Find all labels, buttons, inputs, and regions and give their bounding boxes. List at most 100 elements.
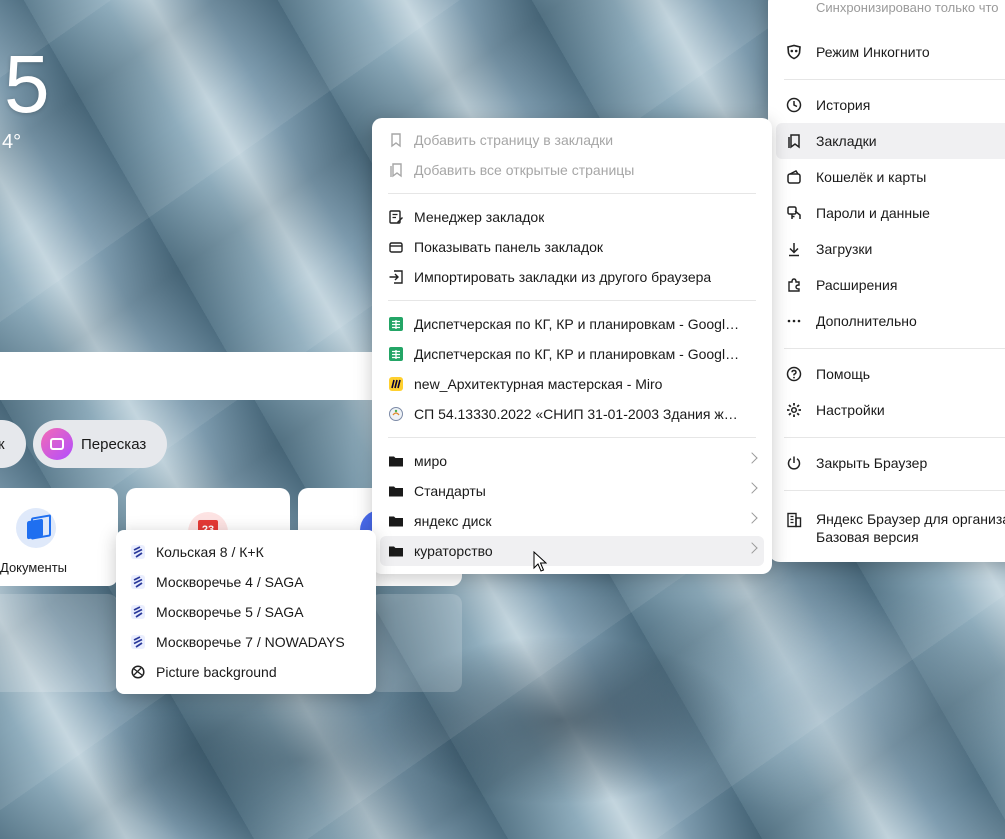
menu-item-more[interactable]: Дополнительно	[776, 303, 1005, 339]
globe-icon	[130, 664, 146, 680]
folder-bookmark-item[interactable]: Москворечье 7 / NOWADAYS	[124, 627, 368, 657]
menu-item-help[interactable]: Помощь	[776, 356, 1005, 392]
menu-item-label: Москворечье 7 / NOWADAYS	[156, 634, 345, 650]
menu-item-label: Стандарты	[414, 483, 486, 499]
chevron-right-icon	[746, 482, 758, 494]
menu-item-passwords[interactable]: Пароли и данные	[776, 195, 1005, 231]
bookmarks-submenu: Добавить страницу в закладки Добавить вс…	[372, 118, 772, 574]
bookmarks-add-all-icon	[388, 162, 404, 178]
menu-item-label: Москворечье 5 / SAGA	[156, 604, 304, 620]
bookmark-item[interactable]: new_Архитектурная мастерская - Miro	[380, 369, 764, 399]
menu-item-organization[interactable]: Яндекс Браузер для организаций Базовая в…	[786, 510, 1005, 546]
help-icon	[786, 366, 802, 382]
menu-divider	[388, 300, 756, 301]
building-icon	[786, 512, 802, 528]
gear-icon	[786, 402, 802, 418]
bookmark-item[interactable]: Диспетчерская по КГ, КР и планировкам - …	[380, 339, 764, 369]
more-icon	[786, 313, 802, 329]
tile-placeholder[interactable]	[370, 594, 462, 692]
menu-item-downloads[interactable]: Загрузки	[776, 231, 1005, 267]
wallet-icon	[786, 169, 802, 185]
show-bookmarks-bar[interactable]: Показывать панель закладок	[380, 232, 764, 262]
menu-item-label: Пароли и данные	[816, 205, 930, 221]
chevron-right-icon	[746, 452, 758, 464]
menu-item-extensions[interactable]: Расширения	[776, 267, 1005, 303]
bookmark-icon	[786, 133, 802, 149]
folder-icon	[388, 453, 404, 469]
chevron-right-icon	[746, 512, 758, 524]
menu-item-label: Помощь	[816, 366, 871, 382]
bookmark-item[interactable]: Диспетчерская по КГ, КР и планировкам - …	[380, 309, 764, 339]
menu-item-incognito[interactable]: Режим Инкогнито	[776, 34, 1005, 70]
menu-item-label: Диспетчерская по КГ, КР и планировкам - …	[414, 316, 740, 332]
puzzle-icon	[786, 277, 802, 293]
menu-divider	[784, 79, 1005, 80]
bookmark-folder[interactable]: яндекс диск	[380, 506, 764, 536]
add-page-bookmark[interactable]: Добавить страницу в закладки	[380, 125, 764, 155]
menu-item-label: Добавить страницу в закладки	[414, 132, 614, 148]
folder-bookmark-item[interactable]: Москворечье 4 / SAGA	[124, 567, 368, 597]
clock-icon	[786, 97, 802, 113]
menu-item-history[interactable]: История	[776, 87, 1005, 123]
menu-item-bookmarks[interactable]: Закладки	[776, 123, 1005, 159]
figma-like-icon	[130, 634, 146, 650]
bookmark-item[interactable]: СП 54.13330.2022 «СНИП 31-01-2003 Здания…	[380, 399, 764, 429]
menu-item-label: яндекс диск	[414, 513, 492, 529]
clock-display: 5	[4, 39, 50, 130]
menu-divider	[784, 490, 1005, 491]
incognito-mask-icon	[786, 44, 802, 60]
menu-item-label: Picture background	[156, 664, 277, 680]
menu-divider	[388, 437, 756, 438]
menu-item-close-browser[interactable]: Закрыть Браузер	[776, 445, 1005, 481]
sync-status: Синхронизировано только что	[816, 0, 999, 15]
menu-item-label: Настройки	[816, 402, 885, 418]
menu-item-settings[interactable]: Настройки	[776, 392, 1005, 428]
menu-item-label: Закрыть Браузер	[816, 455, 928, 471]
chip-label: Пересказ	[81, 435, 147, 453]
menu-item-label: Расширения	[816, 277, 898, 293]
chip-label: к	[0, 435, 5, 453]
folder-bookmark-item[interactable]: Picture background	[124, 657, 368, 687]
bookmark-folder[interactable]: Стандарты	[380, 476, 764, 506]
retell-chip[interactable]: Пересказ	[33, 420, 167, 468]
tile-documents[interactable]: Документы	[0, 488, 118, 586]
menu-item-label: миро	[414, 453, 448, 469]
tile-label: Документы	[0, 560, 68, 575]
figma-like-icon	[130, 544, 146, 560]
site-favicon-icon	[388, 406, 404, 422]
bookmark-folder[interactable]: миро	[380, 446, 764, 476]
figma-like-icon	[130, 574, 146, 590]
bookmark-add-icon	[388, 132, 404, 148]
menu-item-label: Показывать панель закладок	[414, 239, 604, 255]
folder-bookmark-item[interactable]: Москворечье 5 / SAGA	[124, 597, 368, 627]
folder-bookmark-item[interactable]: Кольская 8 / К+К	[124, 537, 368, 567]
menu-item-label: Режим Инкогнито	[816, 44, 930, 60]
import-icon	[388, 269, 404, 285]
add-all-pages-bookmark[interactable]: Добавить все открытые страницы	[380, 155, 764, 185]
menu-divider	[388, 193, 756, 194]
folder-submenu: Кольская 8 / К+К Москворечье 4 / SAGA Мо…	[116, 530, 376, 694]
menu-item-wallet[interactable]: Кошелёк и карты	[776, 159, 1005, 195]
google-sheets-icon	[388, 346, 404, 362]
menu-item-label: Кольская 8 / К+К	[156, 544, 264, 560]
menu-item-label: Загрузки	[816, 241, 873, 257]
menu-item-label: Москворечье 4 / SAGA	[156, 574, 304, 590]
menu-item-label: Менеджер закладок	[414, 209, 545, 225]
browser-main-menu: Синхронизировано только что Режим Инкогн…	[768, 0, 1005, 562]
figma-like-icon	[130, 604, 146, 620]
menu-item-label: Дополнительно	[816, 313, 917, 329]
search-panel[interactable]	[0, 352, 372, 400]
weather-temperature: 4°	[2, 131, 22, 153]
bookmark-folder[interactable]: кураторство	[380, 536, 764, 566]
bookmark-manager[interactable]: Менеджер закладок	[380, 202, 764, 232]
bookmarks-bar-icon	[388, 239, 404, 255]
folder-icon	[388, 543, 404, 559]
menu-item-label: Диспетчерская по КГ, КР и планировкам - …	[414, 346, 740, 362]
menu-item-label: Импортировать закладки из другого браузе…	[414, 269, 712, 285]
import-bookmarks[interactable]: Импортировать закладки из другого браузе…	[380, 262, 764, 292]
key-icon	[786, 205, 802, 221]
menu-item-label: Кошелёк и карты	[816, 169, 927, 185]
tile-placeholder[interactable]	[0, 594, 118, 692]
menu-item-label: СП 54.13330.2022 «СНИП 31-01-2003 Здания…	[414, 406, 740, 422]
menu-divider	[784, 348, 1005, 349]
